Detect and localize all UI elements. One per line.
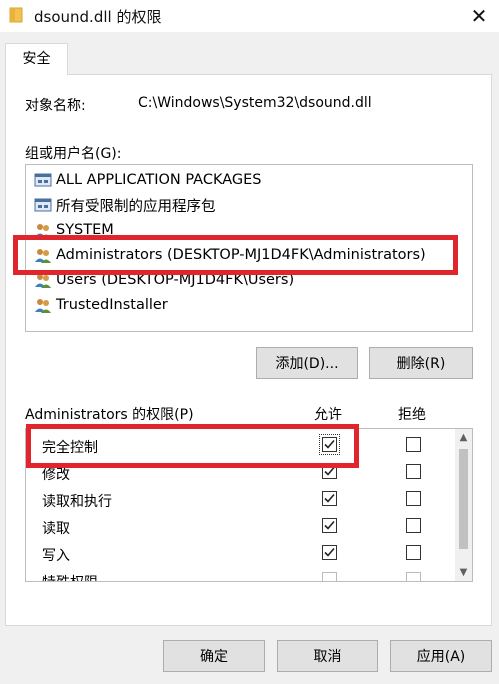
permissions-scrollbar[interactable]: ▲ ▼ [455,429,472,581]
package-icon [34,198,52,212]
users-icon [35,224,51,238]
allow-checkbox[interactable] [322,572,337,581]
scrollbar-thumb[interactable] [459,449,468,549]
list-item-system[interactable]: SYSTEM [34,219,114,241]
tab-security[interactable]: 安全 [5,43,68,75]
permission-name: 特殊权限 [42,572,98,581]
object-name-label: 对象名称: [25,98,86,114]
list-item-restricted-packages[interactable]: 所有受限制的应用程序包 [34,194,216,216]
deny-checkbox[interactable] [406,491,421,506]
allow-checkbox[interactable] [322,518,337,533]
object-name-value: C:\Windows\System32\dsound.dll [138,95,372,111]
deny-checkbox[interactable] [406,518,421,533]
users-icon [35,299,51,313]
close-icon: ✕ [470,4,488,28]
allow-column-header: 允许 [314,407,342,423]
groups-label: 组或用户名(G): [25,146,122,162]
checkmark-icon [324,493,335,503]
allow-checkbox[interactable] [322,545,337,560]
list-item-label: Administrators (DESKTOP-MJ1D4FK\Administ… [56,247,426,263]
apply-button[interactable]: 应用(A) [390,640,492,672]
deny-checkbox[interactable] [406,572,421,581]
allow-checkbox[interactable] [322,491,337,506]
list-item-users[interactable]: Users (DESKTOP-MJ1D4FK\Users) [34,269,294,291]
list-item-trustedinstaller[interactable]: TrustedInstaller [34,294,168,316]
permission-name: 完全控制 [42,440,98,456]
permission-name: 读取和执行 [42,494,112,510]
package-icon [34,173,52,187]
permission-name: 修改 [42,467,70,483]
add-button[interactable]: 添加(D)... [256,347,358,379]
permission-row-special: 特殊权限 [26,568,456,581]
deny-column-header: 拒绝 [398,407,426,423]
users-icon [35,274,51,288]
permission-row-modify: 修改 [26,460,456,487]
permission-row-full-control: 完全控制 [26,433,456,460]
permission-row-read: 读取 [26,514,456,541]
allow-checkbox[interactable] [319,434,340,455]
chevron-down-icon[interactable]: ▼ [455,564,472,581]
checkmark-icon [324,439,335,449]
permission-row-read-execute: 读取和执行 [26,487,456,514]
list-item-label: Users (DESKTOP-MJ1D4FK\Users) [56,272,295,288]
deny-checkbox[interactable] [406,437,421,452]
deny-checkbox[interactable] [406,545,421,560]
ok-button[interactable]: 确定 [163,640,265,672]
permission-name: 写入 [42,548,70,564]
list-item-all-app-packages[interactable]: ALL APPLICATION PACKAGES [34,169,262,191]
permissions-label: Administrators 的权限(P) [25,407,194,423]
list-item-label: SYSTEM [56,222,114,238]
list-item-administrators[interactable]: Administrators (DESKTOP-MJ1D4FK\Administ… [34,244,426,266]
permission-row-write: 写入 [26,541,456,568]
checkmark-icon [324,520,335,530]
window-title: dsound.dll 的权限 [34,8,162,26]
users-icon [35,249,51,263]
deny-checkbox[interactable] [406,464,421,479]
allow-checkbox[interactable] [322,464,337,479]
checkmark-icon [324,466,335,476]
close-button[interactable]: ✕ [459,0,499,32]
checkmark-icon [324,547,335,557]
title-bar: dsound.dll 的权限 ✕ [0,0,499,32]
folder-icon [9,7,23,23]
permissions-list: 完全控制 修改 读取和执行 读取 写入 特殊权限 [25,428,473,582]
list-item-label: ALL APPLICATION PACKAGES [56,172,262,188]
groups-listbox[interactable]: ALL APPLICATION PACKAGES 所有受限制的应用程序包 SYS… [25,164,473,332]
permission-name: 读取 [42,521,70,537]
cancel-button[interactable]: 取消 [277,640,378,672]
remove-button[interactable]: 删除(R) [369,347,473,379]
chevron-up-icon[interactable]: ▲ [455,429,472,446]
list-item-label: TrustedInstaller [56,297,168,313]
list-item-label: 所有受限制的应用程序包 [56,198,216,215]
